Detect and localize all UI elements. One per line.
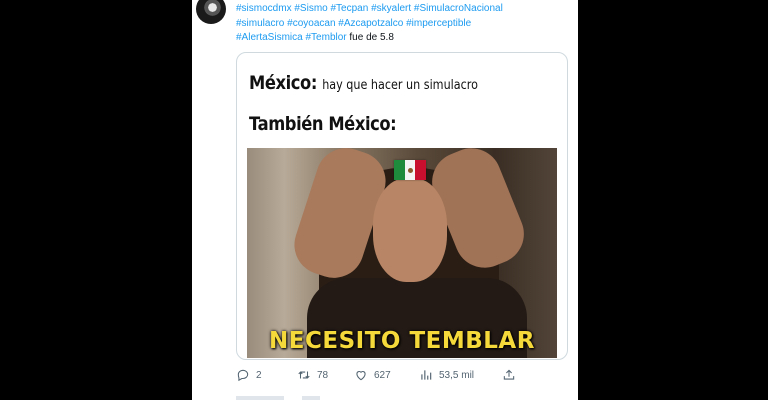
reply-button[interactable]: 2 — [236, 368, 262, 382]
tweet-text-line-3: #AlertaSismica #Temblor fue de 5.8 — [236, 31, 572, 46]
hashtag-link[interactable]: #simulacro — [236, 18, 284, 29]
views-count: 53,5 mil — [439, 369, 475, 381]
tweet-text-suffix: fue de 5.8 — [349, 32, 394, 43]
mexico-flag-icon — [394, 160, 427, 180]
meme-line-2: También México: — [249, 113, 397, 135]
like-button[interactable]: 627 — [354, 368, 391, 382]
photo-face — [373, 178, 447, 282]
share-button[interactable] — [502, 368, 516, 382]
hashtag-link[interactable]: #Azcapotzalco — [338, 18, 403, 29]
tweet-text: #sismocdmx #Sismo #Tecpan #skyalert #Sim… — [236, 2, 572, 46]
next-tweet-preview — [236, 396, 356, 400]
retweet-icon — [297, 368, 311, 382]
like-count: 627 — [374, 369, 391, 381]
share-icon — [502, 368, 516, 382]
heart-icon — [354, 368, 368, 382]
meme-caption: NECESITO TEMBLAR — [269, 328, 535, 354]
reply-icon — [236, 368, 250, 382]
tweet-actions: 2 78 627 53,5 mil — [236, 366, 536, 384]
reply-count: 2 — [256, 369, 262, 381]
hashtag-link[interactable]: #Tecpan — [331, 3, 369, 14]
hashtag-link[interactable]: #SimulacroNacional — [414, 3, 503, 14]
meme-image-card[interactable]: México: hay que hacer un simulacro Tambi… — [236, 52, 568, 360]
views-button[interactable]: 53,5 mil — [419, 368, 474, 382]
hashtag-link[interactable]: #Sismo — [294, 3, 327, 14]
hashtag-link[interactable]: #coyoacan — [287, 18, 335, 29]
retweet-count: 78 — [317, 369, 329, 381]
meme-line-1: México: hay que hacer un simulacro — [249, 72, 478, 94]
views-icon — [419, 368, 433, 382]
tweet-panel: #sismocdmx #Sismo #Tecpan #skyalert #Sim… — [192, 0, 578, 400]
avatar[interactable] — [196, 0, 226, 24]
hashtag-link[interactable]: #Temblor — [305, 32, 346, 43]
hashtag-link[interactable]: #skyalert — [371, 3, 411, 14]
tweet-text-line-1: #sismocdmx #Sismo #Tecpan #skyalert #Sim… — [236, 2, 572, 17]
meme-photo: NECESITO TEMBLAR — [247, 148, 557, 358]
hashtag-link[interactable]: #sismocdmx — [236, 3, 292, 14]
hashtag-link[interactable]: #AlertaSismica — [236, 32, 303, 43]
meme-line-1-rest: hay que hacer un simulacro — [322, 78, 478, 93]
retweet-button[interactable]: 78 — [297, 368, 328, 382]
tweet-text-line-2: #simulacro #coyoacan #Azcapotzalco #impe… — [236, 17, 572, 32]
meme-line-1-bold: México: — [249, 72, 317, 94]
hashtag-link[interactable]: #imperceptible — [406, 18, 471, 29]
